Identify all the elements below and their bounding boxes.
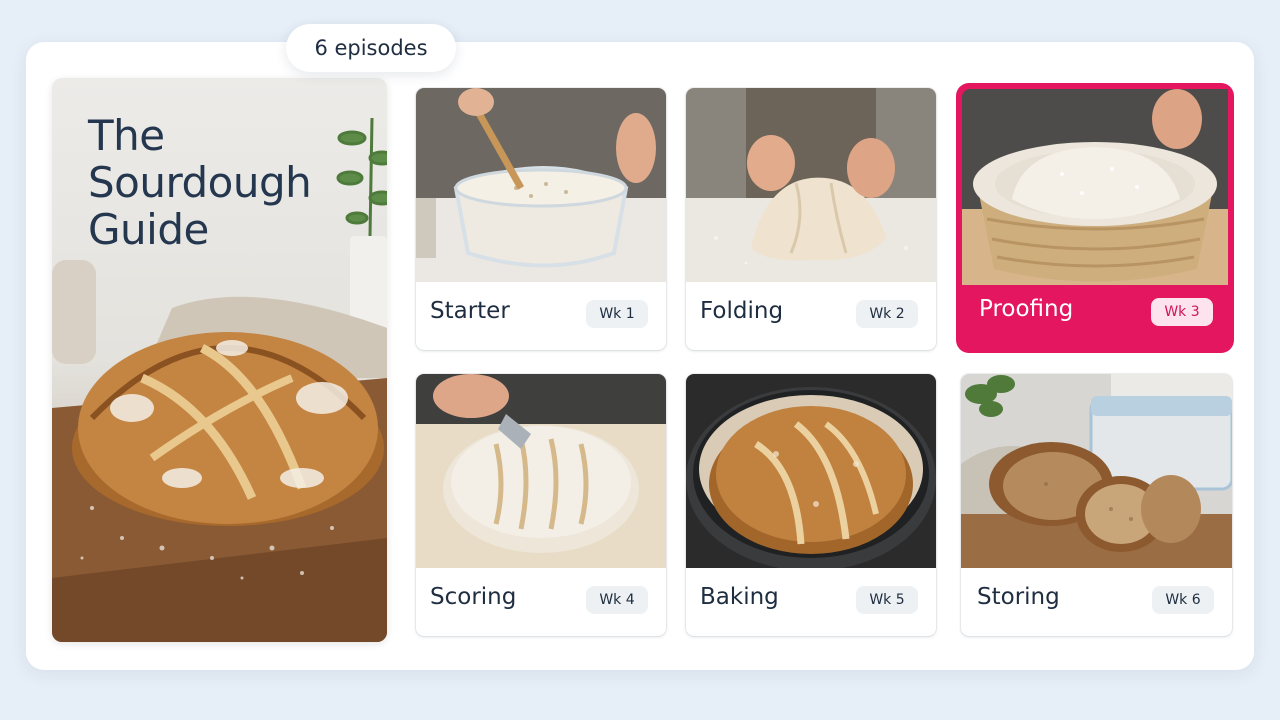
episode-title: Storing [977, 584, 1060, 610]
episode-card-baking[interactable]: Baking Wk 5 [686, 374, 936, 636]
episode-card-scoring[interactable]: Scoring Wk 4 [416, 374, 666, 636]
week-badge: Wk 1 [586, 300, 648, 328]
episode-title: Proofing [979, 296, 1074, 322]
week-badge: Wk 3 [1151, 298, 1213, 326]
week-badge: Wk 6 [1152, 586, 1214, 614]
episode-title: Scoring [430, 584, 517, 610]
episode-card-proofing[interactable]: Proofing Wk 3 [959, 86, 1231, 350]
episode-card-starter[interactable]: Starter Wk 1 [416, 88, 666, 350]
episode-count-pill: 6 episodes [286, 24, 456, 72]
week-badge: Wk 4 [586, 586, 648, 614]
episode-card-storing[interactable]: Storing Wk 6 [961, 374, 1232, 636]
scoring-blade-photo [416, 374, 666, 568]
episode-title: Starter [430, 298, 510, 324]
mixing-bowl-photo [416, 88, 666, 282]
week-badge: Wk 5 [856, 586, 918, 614]
episode-title: Folding [700, 298, 784, 324]
week-badge: Wk 2 [856, 300, 918, 328]
episode-title: Baking [700, 584, 779, 610]
dutch-oven-photo [686, 374, 936, 568]
sliced-loaf-photo [961, 374, 1232, 568]
proofing-basket-photo [962, 89, 1231, 285]
dough-folding-photo [686, 88, 936, 282]
guide-cover: The Sourdough Guide [52, 78, 387, 642]
episode-card-folding[interactable]: Folding Wk 2 [686, 88, 936, 350]
episode-count-label: 6 episodes [314, 36, 428, 60]
guide-title: The Sourdough Guide [88, 111, 312, 254]
